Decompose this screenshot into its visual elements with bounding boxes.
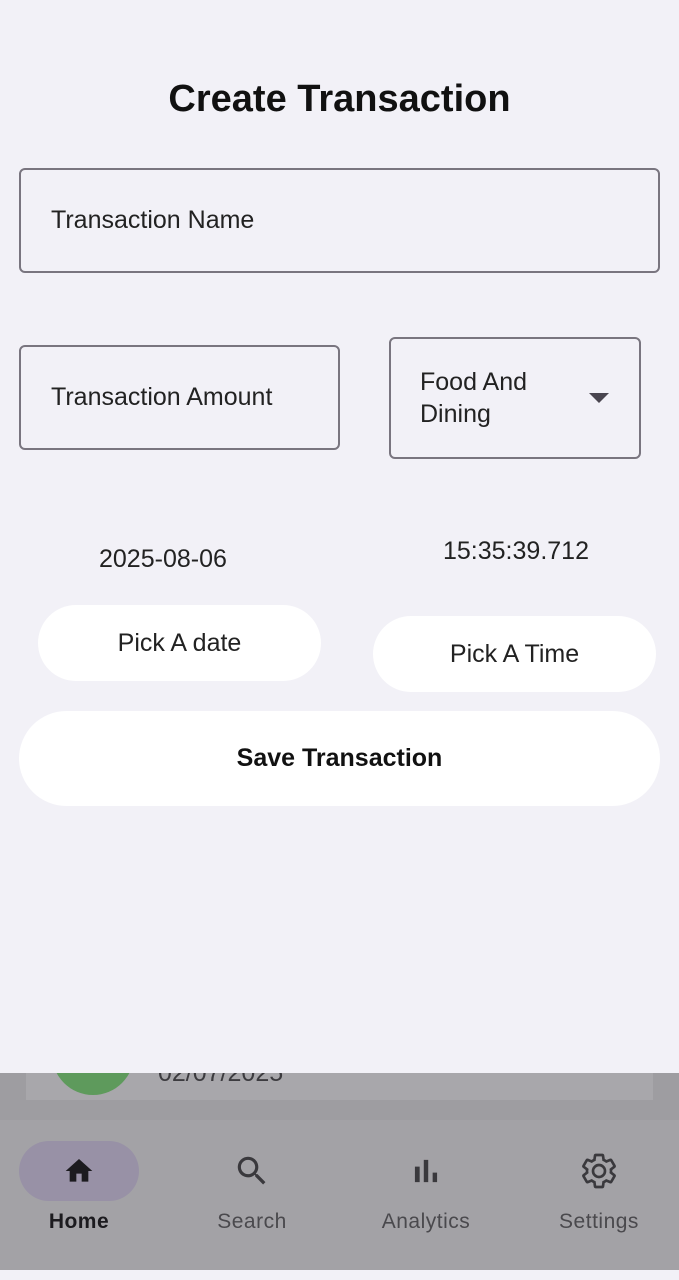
category-dropdown[interactable]: Food And Dining: [389, 337, 641, 459]
transaction-amount-placeholder: Transaction Amount: [51, 383, 273, 411]
nav-label-search: Search: [217, 1210, 287, 1233]
nav-item-search[interactable]: Search: [167, 1120, 337, 1270]
background-list-scrim: 02/07/2025: [0, 1073, 679, 1120]
transaction-list-item: 02/07/2025: [26, 1073, 653, 1100]
nav-label-settings: Settings: [559, 1210, 639, 1233]
nav-active-indicator: [19, 1141, 139, 1201]
transaction-amount-input[interactable]: Transaction Amount: [19, 345, 340, 450]
bottom-navigation-bar: Home Search Analytics Settings: [0, 1120, 679, 1270]
transaction-name-input[interactable]: Transaction Name: [19, 168, 660, 273]
system-gesture-bar: [0, 1270, 679, 1280]
search-icon: [237, 1156, 266, 1185]
page-title: Create Transaction: [168, 78, 511, 120]
category-selected-value: Food And Dining: [420, 368, 528, 428]
nav-label-home: Home: [48, 1210, 110, 1233]
home-icon: [65, 1159, 93, 1182]
dropdown-arrow-icon: [589, 393, 609, 403]
selected-time: 15:35:39.712: [443, 537, 589, 565]
pick-time-label: Pick A Time: [449, 639, 580, 668]
gear-icon: [582, 1153, 616, 1189]
bottom-sheet: Create Transaction Transaction Name Tran…: [0, 0, 679, 1073]
category-avatar: [52, 1073, 134, 1095]
pick-time-button[interactable]: Pick A Time: [373, 616, 656, 692]
nav-item-home[interactable]: Home: [0, 1120, 164, 1270]
pick-date-button[interactable]: Pick A date: [38, 605, 321, 681]
save-transaction-label: Save Transaction: [236, 744, 443, 772]
list-item-date: 02/07/2025: [158, 1073, 284, 1087]
bar-chart-icon: [414, 1159, 438, 1183]
nav-label-analytics: Analytics: [381, 1210, 471, 1233]
nav-item-analytics[interactable]: Analytics: [341, 1120, 511, 1270]
transaction-name-placeholder: Transaction Name: [51, 206, 255, 234]
pick-date-label: Pick A date: [117, 628, 242, 657]
nav-item-settings[interactable]: Settings: [514, 1120, 679, 1270]
save-transaction-button[interactable]: Save Transaction: [19, 711, 660, 806]
selected-date: 2025-08-06: [99, 545, 227, 573]
